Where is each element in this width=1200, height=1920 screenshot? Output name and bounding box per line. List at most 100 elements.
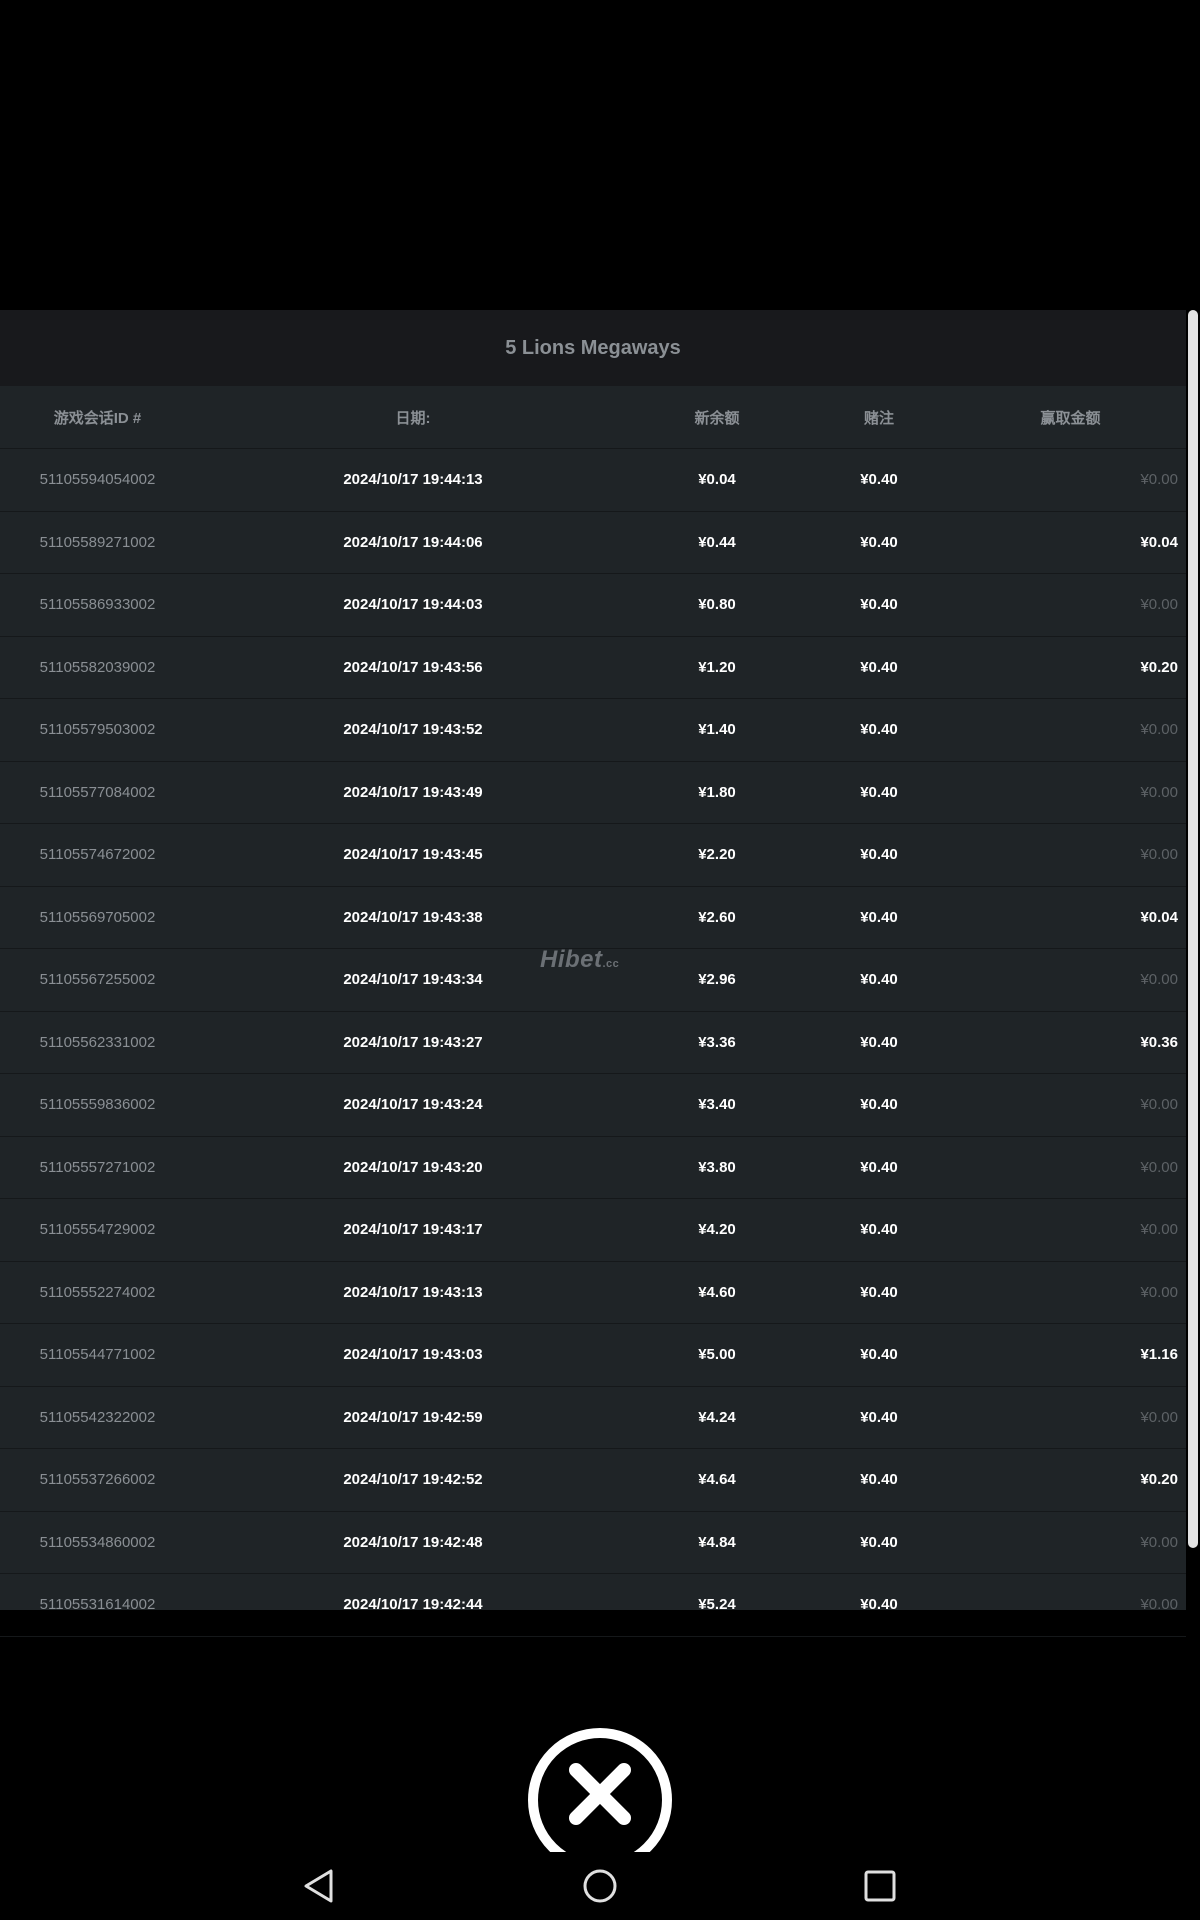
- row-win: ¥0.00: [1140, 1096, 1178, 1114]
- row-session-id: 51105557271002: [39, 1158, 156, 1176]
- row-win: ¥0.00: [1140, 721, 1178, 739]
- table-row[interactable]: 51105577084002 2024/10/17 19:43:49 ¥1.80 ¥0…: [0, 762, 1186, 824]
- row-new-balance: ¥2.60: [698, 908, 736, 926]
- row-date: 2024/10/17 19:42:48: [343, 1533, 483, 1551]
- android-nav-bar: [0, 1852, 1200, 1920]
- table-row[interactable]: 51105569705002 2024/10/17 19:43:38 ¥2.60 ¥0…: [0, 887, 1186, 949]
- row-date: 2024/10/17 19:43:24: [343, 1096, 483, 1114]
- row-win: ¥1.16: [1140, 1346, 1178, 1364]
- row-win: ¥0.00: [1140, 1221, 1178, 1239]
- table-row[interactable]: 51105594054002 2024/10/17 19:44:13 ¥0.04 ¥0…: [0, 449, 1186, 512]
- row-win: ¥0.00: [1140, 1158, 1178, 1176]
- row-date: 2024/10/17 19:44:03: [343, 596, 483, 614]
- row-session-id: 51105569705002: [39, 908, 156, 926]
- row-new-balance: ¥2.20: [698, 846, 736, 864]
- row-date: 2024/10/17 19:44:06: [343, 533, 483, 551]
- row-bet: ¥0.40: [860, 1346, 898, 1364]
- row-new-balance: ¥0.44: [698, 533, 736, 551]
- row-win: ¥0.00: [1140, 471, 1178, 489]
- table-row[interactable]: 51105582039002 2024/10/17 19:43:56 ¥1.20 ¥0…: [0, 637, 1186, 699]
- home-circle-icon: [583, 1869, 617, 1903]
- row-new-balance: ¥0.80: [698, 596, 736, 614]
- table-row[interactable]: 51105574672002 2024/10/17 19:43:45 ¥2.20 ¥0…: [0, 824, 1186, 887]
- row-date: 2024/10/17 19:43:45: [343, 846, 483, 864]
- table-body[interactable]: 51105594054002 2024/10/17 19:44:13 ¥0.04 ¥0…: [0, 449, 1186, 1637]
- table-row[interactable]: 51105586933002 2024/10/17 19:44:03 ¥0.80 ¥0…: [0, 574, 1186, 637]
- watermark-suffix: .cc: [602, 958, 620, 970]
- row-session-id: 51105542322002: [39, 1408, 156, 1426]
- header-new-balance: 新余额: [694, 409, 740, 427]
- row-session-id: 51105589271002: [39, 533, 156, 551]
- row-session-id: 51105594054002: [39, 471, 156, 489]
- close-button[interactable]: [528, 1728, 672, 1852]
- table-row[interactable]: 51105589271002 2024/10/17 19:44:06 ¥0.44 ¥0…: [0, 512, 1186, 574]
- table-row[interactable]: 51105557271002 2024/10/17 19:43:20 ¥3.80 ¥0…: [0, 1137, 1186, 1199]
- watermark-logo: Hibet.cc: [540, 946, 619, 974]
- header-date: 日期:: [395, 409, 431, 427]
- table-row[interactable]: 51105534860002 2024/10/17 19:42:48 ¥4.84 ¥0…: [0, 1512, 1186, 1574]
- row-date: 2024/10/17 19:43:38: [343, 908, 483, 926]
- row-new-balance: ¥4.84: [698, 1533, 736, 1551]
- row-new-balance: ¥4.60: [698, 1283, 736, 1301]
- table-header: 游戏会话ID # 日期: 新余额 赌注 赢取金额: [0, 386, 1186, 449]
- row-win: ¥0.00: [1140, 783, 1178, 801]
- row-date: 2024/10/17 19:42:59: [343, 1408, 483, 1426]
- watermark-text: Hibet: [540, 946, 603, 973]
- back-triangle-icon: [304, 1869, 333, 1903]
- panel-title: 5 Lions Megaways: [0, 310, 1186, 386]
- row-win: ¥0.36: [1140, 1033, 1178, 1051]
- close-icon: [569, 1763, 631, 1825]
- row-win: ¥0.20: [1140, 1471, 1178, 1489]
- row-session-id: 51105586933002: [39, 596, 156, 614]
- row-win: ¥0.20: [1140, 658, 1178, 676]
- row-date: 2024/10/17 19:44:13: [343, 471, 483, 489]
- row-session-id: 51105579503002: [39, 721, 156, 739]
- row-win: ¥0.00: [1140, 971, 1178, 989]
- row-date: 2024/10/17 19:42:52: [343, 1471, 483, 1489]
- row-win: ¥0.00: [1140, 1408, 1178, 1426]
- table-row[interactable]: 51105542322002 2024/10/17 19:42:59 ¥4.24 ¥0…: [0, 1387, 1186, 1449]
- row-new-balance: ¥1.80: [698, 783, 736, 801]
- table-row[interactable]: 51105531614002 2024/10/17 19:42:44 ¥5.24 ¥0…: [0, 1574, 1186, 1637]
- table-row[interactable]: 51105537266002 2024/10/17 19:42:52 ¥4.64 ¥0…: [0, 1449, 1186, 1512]
- table-row[interactable]: 51105559836002 2024/10/17 19:43:24 ¥3.40 ¥0…: [0, 1074, 1186, 1137]
- row-new-balance: ¥1.40: [698, 721, 736, 739]
- header-bet: 赌注: [863, 409, 894, 427]
- row-bet: ¥0.40: [860, 1221, 898, 1239]
- header-win: 赢取金额: [1040, 409, 1101, 427]
- row-date: 2024/10/17 19:43:27: [343, 1033, 483, 1051]
- row-session-id: 51105582039002: [39, 658, 156, 676]
- row-session-id: 51105554729002: [39, 1221, 156, 1239]
- row-date: 2024/10/17 19:43:20: [343, 1158, 483, 1176]
- row-bet: ¥0.40: [860, 1283, 898, 1301]
- table-row[interactable]: 51105544771002 2024/10/17 19:43:03 ¥5.00 ¥0…: [0, 1324, 1186, 1387]
- row-bet: ¥0.40: [860, 533, 898, 551]
- row-session-id: 51105544771002: [39, 1346, 156, 1364]
- scrollbar-thumb[interactable]: [1188, 310, 1198, 1548]
- recents-square-icon: [864, 1870, 896, 1902]
- recents-button[interactable]: [852, 1858, 908, 1914]
- row-session-id: 51105562331002: [39, 1033, 156, 1051]
- row-bet: ¥0.40: [860, 1408, 898, 1426]
- row-new-balance: ¥4.20: [698, 1221, 736, 1239]
- back-button[interactable]: [292, 1858, 348, 1914]
- table-row[interactable]: 51105562331002 2024/10/17 19:43:27 ¥3.36 ¥0…: [0, 1012, 1186, 1074]
- row-win: ¥0.04: [1140, 908, 1178, 926]
- row-bet: ¥0.40: [860, 1158, 898, 1176]
- row-date: 2024/10/17 19:43:56: [343, 658, 483, 676]
- row-date: 2024/10/17 19:43:52: [343, 721, 483, 739]
- row-win: ¥0.04: [1140, 533, 1178, 551]
- row-new-balance: ¥0.04: [698, 471, 736, 489]
- row-bet: ¥0.40: [860, 471, 898, 489]
- row-win: ¥0.00: [1140, 596, 1178, 614]
- table-row[interactable]: 51105554729002 2024/10/17 19:43:17 ¥4.20 ¥0…: [0, 1199, 1186, 1262]
- row-session-id: 51105559836002: [39, 1096, 156, 1114]
- scrollbar-track[interactable]: [1186, 310, 1200, 1610]
- row-new-balance: ¥2.96: [698, 971, 736, 989]
- header-session-id: 游戏会话ID #: [53, 409, 142, 427]
- row-session-id: 51105531614002: [39, 1596, 156, 1614]
- table-row[interactable]: 51105552274002 2024/10/17 19:43:13 ¥4.60 ¥0…: [0, 1262, 1186, 1324]
- table-row[interactable]: 51105579503002 2024/10/17 19:43:52 ¥1.40 ¥0…: [0, 699, 1186, 762]
- row-date: 2024/10/17 19:43:13: [343, 1283, 483, 1301]
- home-button[interactable]: [572, 1858, 628, 1914]
